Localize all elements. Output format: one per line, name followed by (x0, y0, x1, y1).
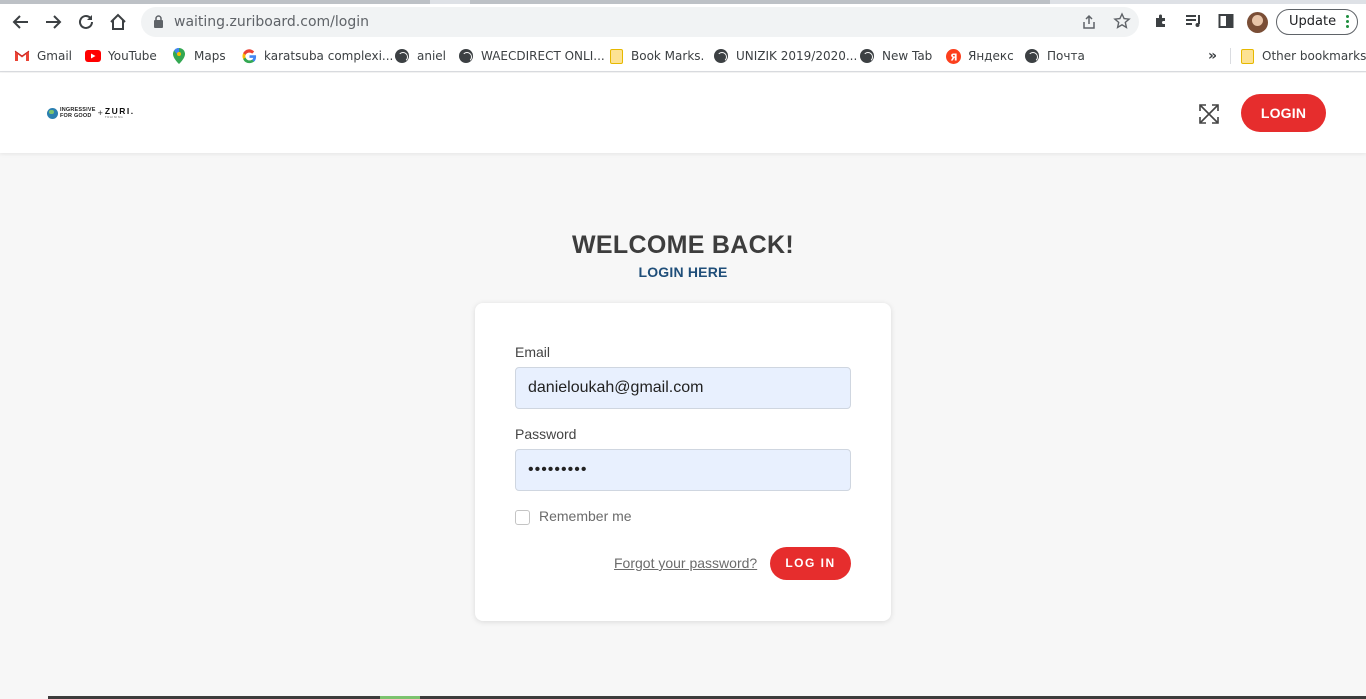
bookmark-new-tab[interactable]: New Tab (859, 46, 932, 66)
bookmark-label: Почта (1047, 49, 1085, 63)
globe-icon (859, 48, 875, 64)
browser-toolbar: waiting.zuriboard.com/login Update (0, 4, 1366, 40)
update-button[interactable]: Update (1276, 9, 1358, 35)
bookmark-label: karatsuba complexi... (264, 49, 394, 63)
bookmark-star-icon[interactable] (1113, 12, 1131, 35)
globe-icon (713, 48, 729, 64)
side-panel-icon[interactable] (1218, 13, 1234, 34)
globe-logo-icon (47, 107, 58, 119)
bookmarks-overflow-button[interactable]: » (1208, 46, 1217, 66)
bookmarks-divider (1230, 48, 1231, 64)
bookmark-gmail[interactable]: Gmail (14, 46, 72, 66)
bookmarks-bar: Gmail YouTube Maps karatsuba complexi...… (0, 40, 1366, 72)
kebab-menu-icon[interactable] (1346, 15, 1349, 29)
logo-plus: + (97, 108, 103, 118)
globe-icon (394, 48, 410, 64)
forward-icon[interactable] (41, 10, 65, 34)
bookmark-label: Book Marks. (631, 49, 705, 63)
globe-icon (458, 48, 474, 64)
bookmark-label: WAECDIRECT ONLI... (481, 49, 605, 63)
ingressive-zuri-logo[interactable]: INGRESSIVE FOR GOOD + ZURI. TRAINING (47, 104, 135, 122)
log-in-button[interactable]: LOG IN (770, 547, 851, 580)
forgot-password-link[interactable]: Forgot your password? (614, 555, 757, 571)
login-card: Email danieloukah@gmail.com Password •••… (475, 303, 891, 621)
back-icon[interactable] (9, 10, 33, 34)
email-label: Email (515, 344, 551, 360)
bookmark-pochta[interactable]: Почта (1024, 46, 1085, 66)
login-nav-button[interactable]: LOGIN (1241, 94, 1326, 132)
logo-text-forgood: FOR GOOD (60, 113, 92, 119)
profile-avatar[interactable] (1247, 12, 1268, 33)
media-playlist-icon[interactable] (1185, 13, 1203, 34)
address-bar[interactable]: waiting.zuriboard.com/login (141, 7, 1139, 37)
youtube-icon (85, 48, 101, 64)
lock-icon[interactable] (153, 15, 164, 33)
home-icon[interactable] (106, 10, 130, 34)
password-label: Password (515, 426, 577, 442)
globe-icon (1024, 48, 1040, 64)
remember-me-checkbox[interactable] (515, 510, 530, 525)
bookmark-unizik[interactable]: UNIZIK 2019/2020... (713, 46, 857, 66)
bookmark-label: New Tab (882, 49, 933, 63)
bookmark-label: Яндекс (968, 49, 1014, 63)
bookmark-yandex[interactable]: Я Яндекс (945, 46, 1014, 66)
bookmark-label: YouTube (108, 49, 157, 63)
update-label: Update (1289, 14, 1337, 29)
maps-icon (171, 48, 187, 64)
svg-text:Я: Я (950, 52, 957, 63)
other-bookmarks[interactable]: Other bookmarks (1239, 46, 1366, 66)
share-icon[interactable] (1081, 14, 1097, 35)
extensions-icon[interactable] (1153, 13, 1169, 34)
password-field[interactable]: ••••••••• (515, 449, 851, 491)
bookmark-maps[interactable]: Maps (171, 46, 226, 66)
folder-icon (1239, 48, 1255, 64)
reload-icon[interactable] (74, 10, 98, 34)
yandex-icon: Я (945, 48, 961, 64)
bookmark-waecdirect[interactable]: WAECDIRECT ONLI... (458, 46, 605, 66)
bookmark-label: Gmail (37, 49, 73, 63)
remember-me-label[interactable]: Remember me (539, 508, 632, 524)
bookmark-karatsuba[interactable]: karatsuba complexi... (241, 46, 393, 66)
page-subtitle: LOGIN HERE (638, 264, 728, 280)
email-field[interactable]: danieloukah@gmail.com (515, 367, 851, 409)
bookmark-aniel[interactable]: aniel (394, 46, 446, 66)
bookmark-label: Maps (194, 49, 226, 63)
bookmark-book-marks[interactable]: Book Marks. (608, 46, 704, 66)
bookmark-label: Other bookmarks (1262, 49, 1366, 63)
logo-text-zuri: ZURI. (104, 106, 135, 116)
site-header: INGRESSIVE FOR GOOD + ZURI. TRAINING LOG… (0, 73, 1366, 153)
url-text[interactable]: waiting.zuriboard.com/login (174, 14, 369, 30)
bookmark-youtube[interactable]: YouTube (85, 46, 157, 66)
bookmark-label: aniel (417, 49, 447, 63)
page-title: WELCOME BACK! (572, 231, 794, 259)
gmail-icon (14, 48, 30, 64)
google-icon (241, 48, 257, 64)
fullscreen-expand-icon[interactable] (1199, 104, 1219, 124)
bookmark-label: UNIZIK 2019/2020... (736, 49, 858, 63)
folder-icon (608, 48, 624, 64)
